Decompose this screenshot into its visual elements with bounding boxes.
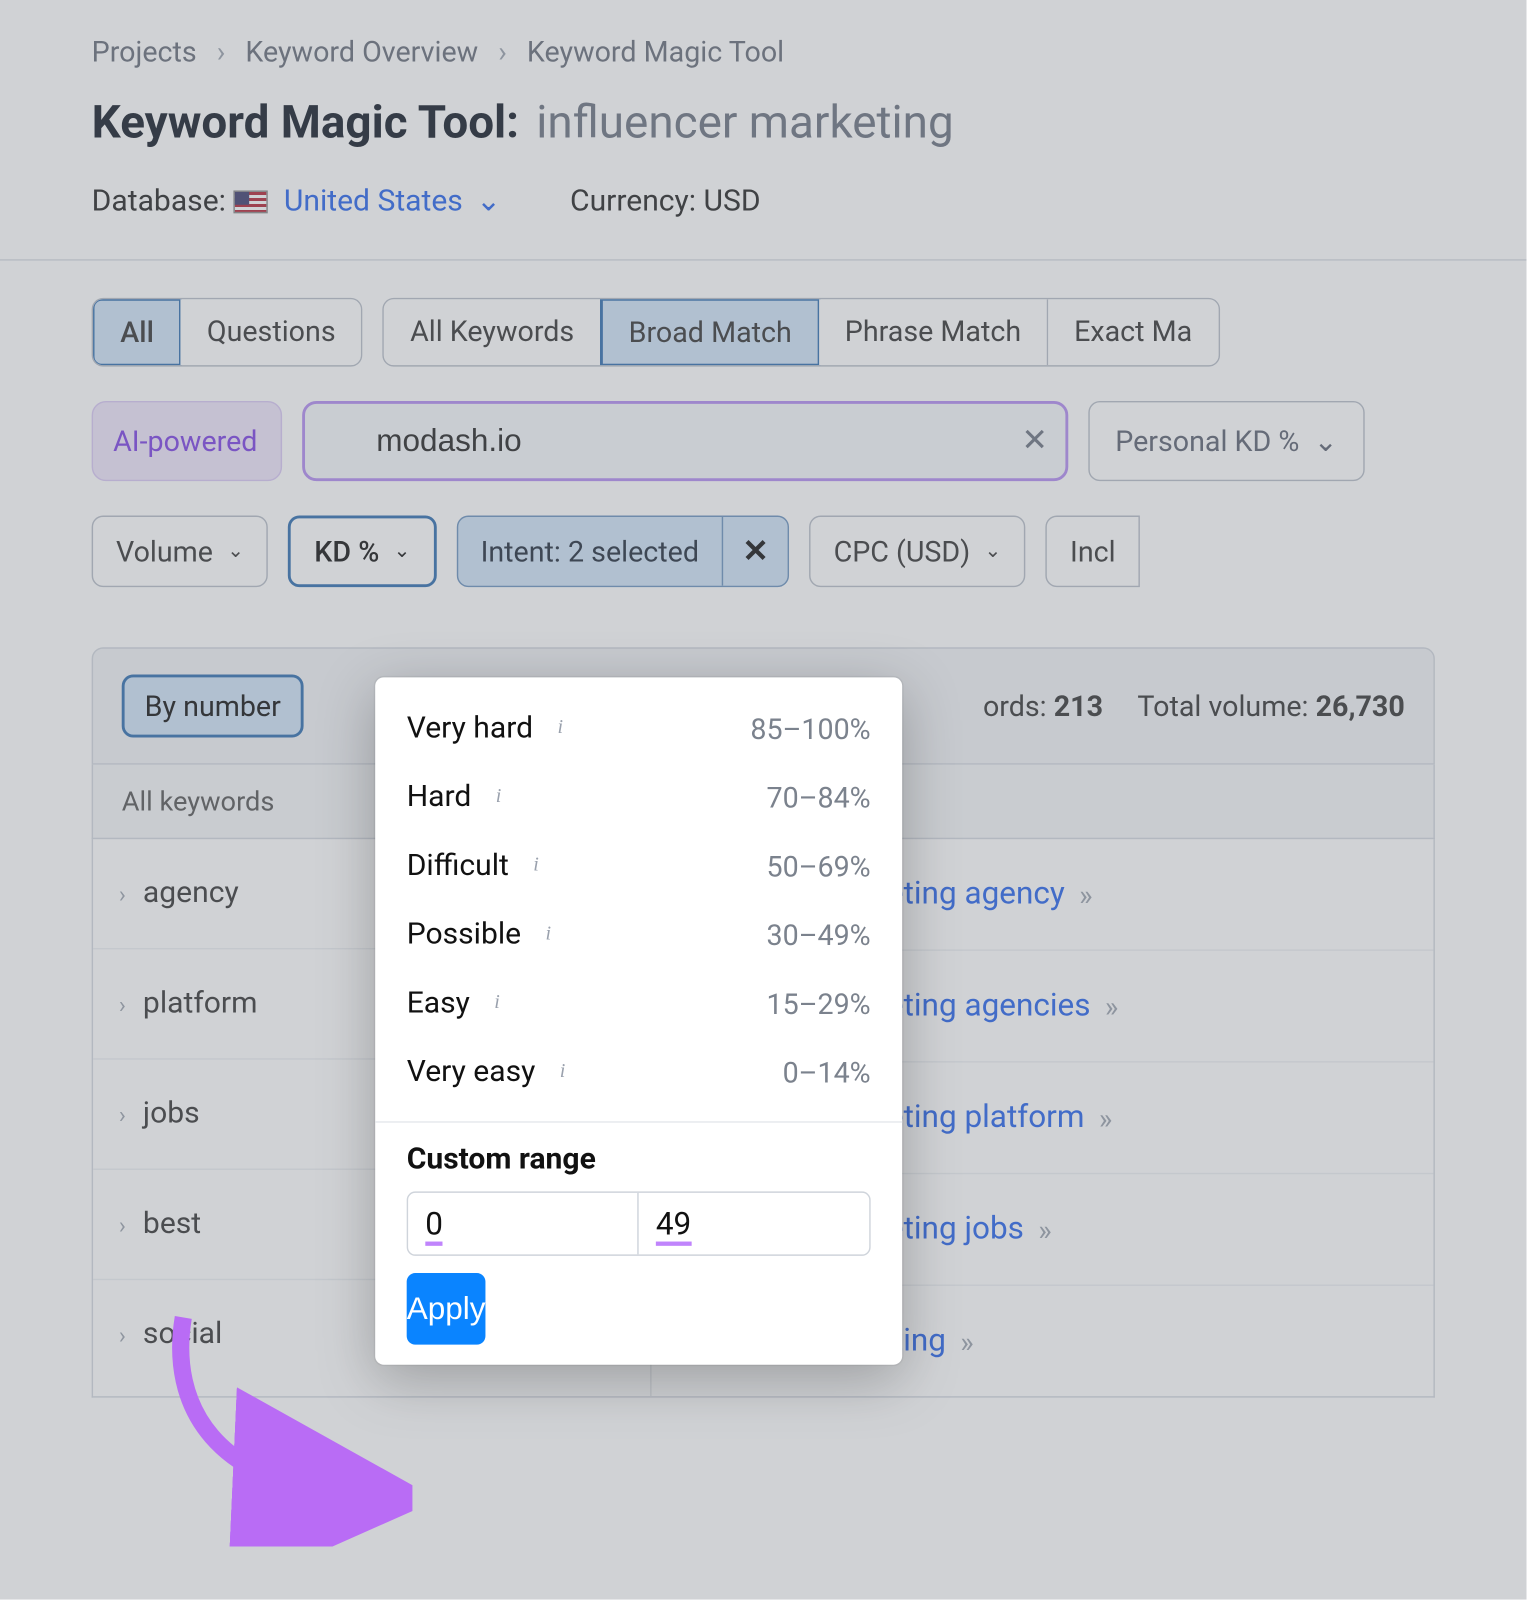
clear-icon[interactable]: ✕ xyxy=(1021,423,1047,459)
intent-filter[interactable]: Intent: 2 selected ✕ xyxy=(456,516,789,588)
meta-row: Database: United States ⌄ Currency: USD xyxy=(0,149,1527,261)
chevron-down-icon: ⌄ xyxy=(476,185,501,219)
search-query: influencer marketing xyxy=(536,95,953,149)
custom-range-inputs: 0 49 xyxy=(407,1191,871,1255)
tab-exact-match[interactable]: Exact Ma xyxy=(1048,299,1218,365)
info-icon[interactable]: i xyxy=(486,785,512,811)
tab-broad-match[interactable]: Broad Match xyxy=(600,298,820,367)
personal-kd-filter[interactable]: Personal KD % ⌄ xyxy=(1088,401,1365,481)
chevron-down-icon: ⌄ xyxy=(227,540,244,563)
range-from-input[interactable]: 0 xyxy=(425,1210,443,1246)
page-title: Keyword Magic Tool: influencer marketing xyxy=(0,69,1527,149)
apply-button[interactable]: Apply xyxy=(407,1273,486,1345)
chevron-right-icon: › xyxy=(119,1100,126,1127)
expand-icon[interactable]: » xyxy=(960,1324,973,1358)
ai-powered-badge: AI-powered xyxy=(92,401,282,481)
tab-all-keywords[interactable]: All Keywords xyxy=(384,299,601,365)
kd-filter[interactable]: KD %⌄ xyxy=(289,516,437,588)
breadcrumb: Projects › Keyword Overview › Keyword Ma… xyxy=(0,0,1527,69)
currency-label: Currency: USD xyxy=(570,184,761,218)
database-country: United States xyxy=(284,185,463,219)
breadcrumb-item[interactable]: Keyword Overview xyxy=(245,34,478,68)
custom-range-label: Custom range xyxy=(375,1143,902,1192)
volume-filter[interactable]: Volume⌄ xyxy=(92,516,269,588)
cpc-filter[interactable]: CPC (USD)⌄ xyxy=(809,516,1025,588)
type-tabs: All Questions All Keywords Broad Match P… xyxy=(0,261,1527,367)
chevron-down-icon: ⌄ xyxy=(394,540,411,563)
expand-icon[interactable]: » xyxy=(1038,1212,1051,1246)
kd-option-hard[interactable]: Hardi 70–84% xyxy=(375,763,902,832)
tab-phrase-match[interactable]: Phrase Match xyxy=(819,299,1048,365)
tool-name: Keyword Magic Tool: xyxy=(92,95,519,149)
chevron-right-icon: › xyxy=(119,990,126,1017)
range-to-input[interactable]: 49 xyxy=(656,1210,691,1246)
kd-option-very-hard[interactable]: Very hardi 85–100% xyxy=(375,695,902,764)
expand-icon[interactable]: » xyxy=(1105,989,1118,1023)
info-icon[interactable]: i xyxy=(550,1060,576,1086)
breadcrumb-item[interactable]: Projects xyxy=(92,34,197,68)
kd-option-very-easy[interactable]: Very easyi 0–14% xyxy=(375,1038,902,1107)
info-icon[interactable]: i xyxy=(484,991,510,1017)
kd-option-possible[interactable]: Possiblei 30–49% xyxy=(375,901,902,970)
kd-option-easy[interactable]: Easyi 15–29% xyxy=(375,969,902,1038)
tab-questions[interactable]: Questions xyxy=(181,299,361,365)
database-selector[interactable]: Database: United States ⌄ xyxy=(92,183,502,219)
kd-dropdown: Very hardi 85–100% Hardi 70–84% Difficul… xyxy=(375,677,902,1364)
expand-icon[interactable]: » xyxy=(1099,1100,1112,1134)
breadcrumb-item[interactable]: Keyword Magic Tool xyxy=(527,34,784,68)
chevron-right-icon: › xyxy=(119,880,126,907)
info-icon[interactable]: i xyxy=(547,716,573,742)
chevron-right-icon: › xyxy=(119,1211,126,1238)
close-icon[interactable]: ✕ xyxy=(722,517,788,586)
kd-option-difficult[interactable]: Difficulti 50–69% xyxy=(375,832,902,901)
chevron-right-icon: › xyxy=(119,1321,126,1348)
chevron-right-icon: › xyxy=(498,34,507,68)
chevron-right-icon: › xyxy=(217,34,226,68)
expand-icon[interactable]: » xyxy=(1079,877,1092,911)
match-toggle: All Keywords Broad Match Phrase Match Ex… xyxy=(383,298,1220,367)
domain-input[interactable] xyxy=(302,401,1068,481)
database-label: Database: xyxy=(92,185,226,219)
by-number-tab[interactable]: By number xyxy=(122,674,304,737)
include-filter[interactable]: Incl xyxy=(1046,516,1140,588)
info-icon[interactable]: i xyxy=(523,853,549,879)
tab-all[interactable]: All xyxy=(92,298,183,367)
flag-us-icon xyxy=(233,190,267,213)
keywords-count: ords: 213 xyxy=(983,689,1103,723)
question-toggle: All Questions xyxy=(92,298,363,367)
chevron-down-icon: ⌄ xyxy=(985,540,1002,563)
info-icon[interactable]: i xyxy=(535,922,561,948)
total-volume: Total volume: 26,730 xyxy=(1137,689,1404,723)
chevron-down-icon: ⌄ xyxy=(1314,424,1338,458)
